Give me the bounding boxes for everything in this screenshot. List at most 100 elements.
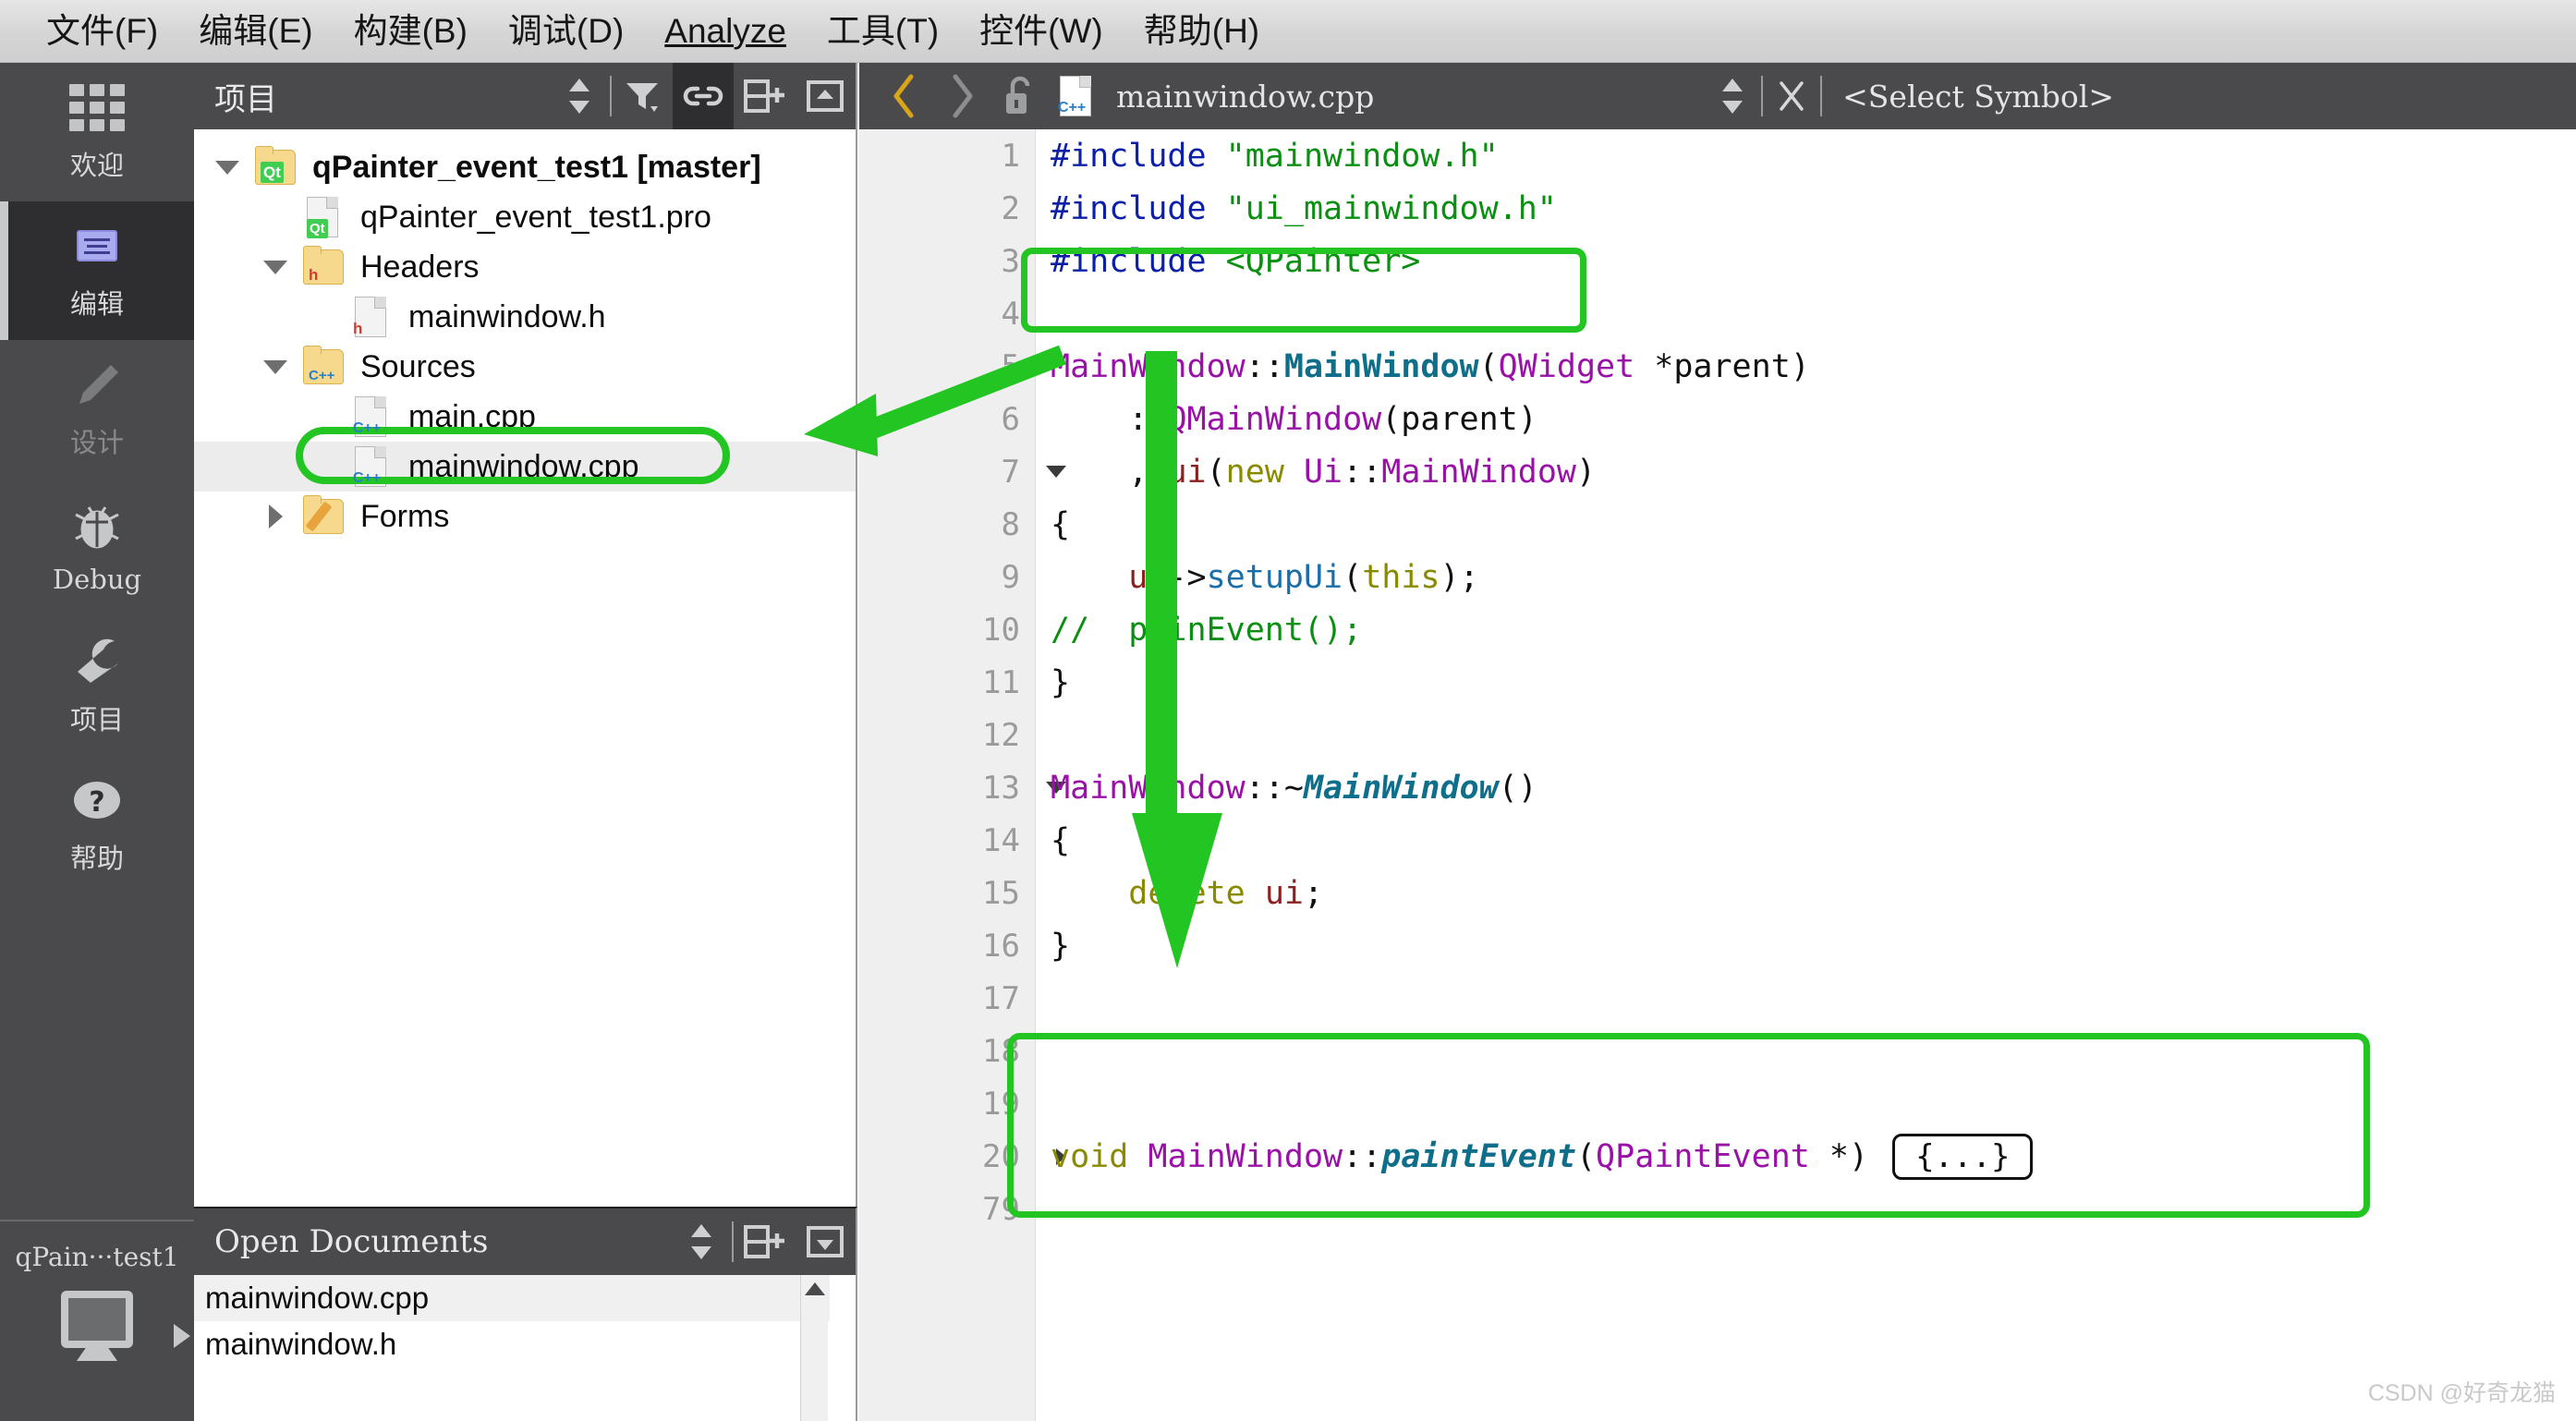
sync-selection-icon[interactable] — [549, 63, 610, 129]
code-token: } — [1051, 663, 1071, 701]
split-add-icon[interactable] — [734, 1208, 795, 1275]
code-line[interactable]: } — [1036, 656, 2576, 709]
code-line[interactable]: #include <QPainter> — [1036, 235, 2576, 287]
line-number: 17 — [982, 979, 1020, 1017]
split-add-icon[interactable] — [734, 63, 795, 129]
collapsed-block-button[interactable]: {...} — [1892, 1133, 2034, 1180]
code-token: Ui — [1303, 453, 1343, 491]
tree-item-label: mainwindow.cpp — [408, 448, 639, 484]
grid-icon — [69, 81, 125, 133]
menu-item-edit[interactable]: 编辑(E) — [178, 0, 333, 63]
tree-item-forms[interactable]: Forms — [194, 492, 856, 541]
tree-item-mainwindow-cpp[interactable]: C++ mainwindow.cpp — [194, 442, 856, 492]
code-line[interactable]: , ui(new Ui:: MainWindow) — [1036, 445, 2576, 498]
close-panel-icon[interactable] — [795, 1208, 856, 1275]
tree-item-label: Sources — [360, 348, 476, 384]
code-line[interactable]: { — [1036, 814, 2576, 867]
code-line[interactable]: #include "ui_mainwindow.h" — [1036, 182, 2576, 235]
code-token: } — [1051, 927, 1071, 965]
code-token: *parent — [1634, 347, 1791, 385]
mode-welcome[interactable]: 欢迎 — [0, 63, 194, 201]
line-number: 8 — [1001, 505, 1020, 543]
open-documents-list: mainwindow.cpp mainwindow.h — [194, 1275, 856, 1367]
menu-item-file[interactable]: 文件(F) — [26, 0, 178, 63]
code-token: :: — [1343, 1137, 1382, 1175]
open-document-label: mainwindow.cpp — [205, 1281, 430, 1315]
question-mark-icon: ? — [68, 774, 126, 826]
tree-item-label: Forms — [360, 498, 450, 534]
mode-edit-label: 编辑 — [69, 288, 124, 320]
tree-item-pro-file[interactable]: Qt qPainter_event_test1.pro — [194, 192, 856, 242]
open-documents-scrollbar[interactable] — [800, 1275, 828, 1421]
menu-item-debug[interactable]: 调试(D) — [488, 0, 644, 63]
code-line[interactable]: MainWindow::~ MainWindow() — [1036, 761, 2576, 814]
back-arrow-icon[interactable] — [876, 63, 933, 129]
sort-icon[interactable] — [671, 1208, 732, 1275]
triangle-right-icon[interactable] — [174, 1324, 190, 1348]
scroll-up-arrow-icon[interactable] — [804, 1282, 825, 1295]
link-icon[interactable] — [673, 63, 734, 129]
mode-help[interactable]: ? 帮助 — [0, 756, 194, 894]
menu-item-widgets[interactable]: 控件(W) — [959, 0, 1124, 63]
open-document-item[interactable]: mainwindow.h — [194, 1321, 856, 1367]
menu-bar: 文件(F) 编辑(E) 构建(B) 调试(D) Analyze 工具(T) 控件… — [0, 0, 2576, 63]
code-token: , — [1051, 453, 1168, 491]
symbol-selector[interactable]: <Select Symbol> — [1822, 79, 2114, 115]
line-number: 9 — [1001, 558, 1020, 596]
tree-item-label: main.cpp — [408, 398, 536, 434]
code-line[interactable]: #include "mainwindow.h" — [1036, 129, 2576, 182]
tree-item-project-root[interactable]: Qt qPainter_event_test1 [master] — [194, 142, 856, 192]
code-line[interactable] — [1036, 1183, 2576, 1235]
code-line[interactable] — [1036, 972, 2576, 1025]
code-line[interactable]: void MainWindow:: paintEvent(QPaintEvent … — [1036, 1130, 2576, 1183]
menu-item-help[interactable]: 帮助(H) — [1124, 0, 1280, 63]
menu-item-build[interactable]: 构建(B) — [334, 0, 488, 63]
twisty-down-icon[interactable] — [251, 359, 299, 374]
mode-debug[interactable]: Debug — [0, 479, 194, 617]
code-line[interactable]: MainWindow:: MainWindow(QWidget *parent) — [1036, 340, 2576, 393]
editor-filename[interactable]: mainwindow.cpp — [1116, 79, 1374, 115]
bug-icon — [68, 501, 126, 553]
project-tree-panel: 项目 Qt qPainter_event_test1 [master] Qt q… — [194, 63, 857, 1207]
mode-design[interactable]: 设计 — [0, 340, 194, 479]
code-token: MainWindow — [1381, 453, 1576, 491]
code-line[interactable] — [1036, 287, 2576, 340]
tree-item-mainwindow-h[interactable]: h mainwindow.h — [194, 292, 856, 342]
tree-item-main-cpp[interactable]: C++ main.cpp — [194, 392, 856, 442]
close-x-icon[interactable] — [1763, 63, 1820, 129]
tree-item-sources[interactable]: C++ Sources — [194, 342, 856, 392]
csdn-watermark: CSDN @好奇龙猫 — [2367, 1380, 2556, 1406]
menu-item-analyze[interactable]: Analyze — [644, 0, 807, 63]
line-number: 16 — [982, 927, 1020, 965]
kit-selector[interactable]: qPain···test1 — [0, 1220, 194, 1421]
updown-arrows-icon[interactable] — [1704, 63, 1761, 129]
filter-icon[interactable] — [612, 63, 673, 129]
collapse-icon[interactable] — [795, 63, 856, 129]
code-token: * — [1809, 1137, 1849, 1175]
mode-projects[interactable]: 项目 — [0, 617, 194, 756]
open-document-item[interactable]: mainwindow.cpp — [194, 1275, 856, 1321]
twisty-down-icon[interactable] — [203, 160, 251, 175]
code-line[interactable]: } — [1036, 919, 2576, 972]
twisty-down-icon[interactable] — [251, 260, 299, 274]
line-number: 79 — [982, 1190, 1020, 1228]
code-line[interactable] — [1036, 1025, 2576, 1077]
code-token: <QPainter> — [1225, 242, 1421, 280]
unlocked-padlock-icon[interactable] — [990, 63, 1048, 129]
open-document-label: mainwindow.h — [205, 1327, 397, 1361]
line-number: 15 — [982, 874, 1020, 912]
code-line[interactable]: { — [1036, 498, 2576, 551]
cpp-file-icon: C++ — [347, 445, 395, 488]
menu-item-tools[interactable]: 工具(T) — [807, 0, 959, 63]
code-line[interactable]: : QMainWindow (parent) — [1036, 393, 2576, 445]
code-line[interactable]: // painEvent(); — [1036, 603, 2576, 656]
code-line[interactable]: ui -> setupUi(this); — [1036, 551, 2576, 603]
mode-edit[interactable]: 编辑 — [0, 201, 194, 340]
code-line[interactable]: delete ui; — [1036, 867, 2576, 919]
tree-item-headers[interactable]: h Headers — [194, 242, 856, 292]
code-line[interactable] — [1036, 1077, 2576, 1130]
forward-arrow-icon[interactable] — [933, 63, 990, 129]
twisty-right-icon[interactable] — [251, 504, 299, 528]
code-lines[interactable]: #include "mainwindow.h" #include "ui_main… — [1035, 129, 2576, 1421]
code-line[interactable] — [1036, 709, 2576, 761]
